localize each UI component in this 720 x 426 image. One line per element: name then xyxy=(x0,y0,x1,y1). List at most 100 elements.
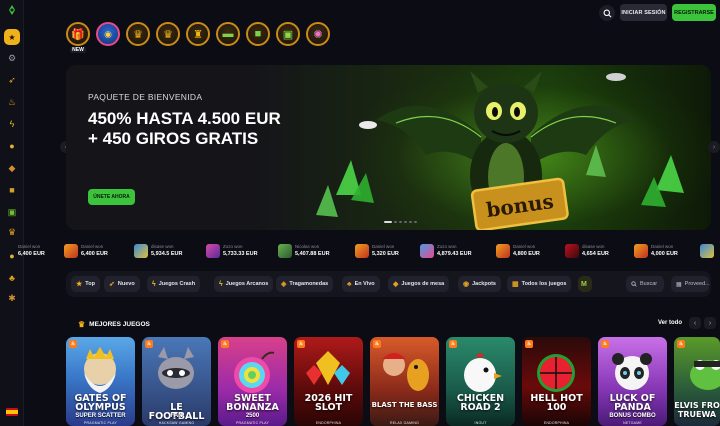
winner-item[interactable]: disase won 5,934.5 EUR xyxy=(134,240,183,262)
sidebar-item-table[interactable]: ◆ xyxy=(6,162,18,174)
crown-icon: ♛ xyxy=(163,28,173,41)
game-thumb xyxy=(700,244,714,258)
chevron-right-icon: › xyxy=(712,143,716,151)
sidebar-item-gift-box[interactable]: ▣ xyxy=(6,206,18,218)
filter-chip-top[interactable]: ★ Top xyxy=(71,276,100,292)
winner-item[interactable]: Nicolas won 5,407.88 EUR xyxy=(278,240,330,262)
filter-chip-more[interactable]: M xyxy=(578,276,592,292)
coin-icon: ● xyxy=(9,251,15,261)
pagination-dot[interactable] xyxy=(384,221,392,223)
chip-label: Juegos de mesa xyxy=(401,281,445,287)
hero-banner[interactable]: bonus PAQUETE DE BIENVENIDA 450% HASTA 4… xyxy=(66,65,711,230)
filter-chip-all[interactable]: ▦ Todos los juegos xyxy=(507,276,572,292)
provider-select[interactable]: ▦ Proveed... xyxy=(671,276,710,292)
game-provider: ENDORPHINA xyxy=(543,421,570,425)
register-button[interactable]: REGISTRARSE xyxy=(672,4,716,21)
filter-chip-jackpots[interactable]: ◉ Jackpots xyxy=(458,276,501,292)
category-gift-1[interactable]: ■ xyxy=(246,22,270,46)
game-card[interactable]: ♨ HELL HOT 100 ENDORPHINA xyxy=(522,337,591,426)
sidebar-item-gift[interactable]: ■ xyxy=(6,184,18,196)
rocket-icon: ➶ xyxy=(8,75,16,85)
game-provider: PRAGMATIC PLAY xyxy=(83,421,117,425)
join-now-button[interactable]: ÚNETE AHORA xyxy=(88,189,135,205)
pagination-dot[interactable] xyxy=(414,221,417,223)
game-card[interactable]: ♨ SWEET BONANZA 2500 PRAGMATIC PLAY xyxy=(218,337,287,426)
star-icon: ★ xyxy=(76,281,83,288)
gear-icon: ⚙ xyxy=(7,53,17,63)
winner-item[interactable]: Zozo won 4,879.43 EUR xyxy=(420,240,472,262)
game-card[interactable]: ♨ LUCK OF PANDA BONUS COMBO NETGAME xyxy=(598,337,667,426)
filter-chip-crash[interactable]: ϟ Juegos Crash xyxy=(147,276,201,292)
filter-chip-arcane[interactable]: ϟ Juegos Arcanos xyxy=(214,276,274,292)
games-search-input[interactable]: Buscar xyxy=(626,276,664,292)
language-flag-spain-icon[interactable] xyxy=(6,408,18,416)
login-button[interactable]: INICIAR SESIÓN xyxy=(620,4,667,21)
see-all-link[interactable]: Ver todo xyxy=(658,320,682,326)
game-card[interactable]: ♨ 2026 HIT SLOT ENDORPHINA xyxy=(294,337,363,426)
filter-chip-new[interactable]: ➶ Nuevo xyxy=(104,276,140,292)
winner-item[interactable]: Daniel won 6,400 EUR xyxy=(64,240,108,262)
sidebar-item-settings[interactable]: ⚙ xyxy=(6,52,18,64)
header-search-button[interactable] xyxy=(599,5,615,21)
game-provider: HACKSAW GAMING xyxy=(158,421,195,425)
game-thumb xyxy=(134,244,148,258)
logo-icon[interactable] xyxy=(5,4,19,16)
pagination-dot[interactable] xyxy=(394,221,397,223)
sidebar-item-cards[interactable]: ♣ xyxy=(6,272,18,284)
game-card[interactable]: ♨ CHICKEN ROAD 2 INOUT xyxy=(446,337,515,426)
winner-item[interactable]: Zozo won 5,733.33 EUR xyxy=(206,240,258,262)
winner-item[interactable]: Daniel won 6,400 EUR xyxy=(18,240,45,262)
winner-item[interactable] xyxy=(700,240,714,262)
sidebar-item-vip[interactable]: ♛ xyxy=(6,226,18,238)
category-cash[interactable]: ▬ xyxy=(216,22,240,46)
category-gift-2[interactable]: ▣ xyxy=(276,22,300,46)
category-crown-1[interactable]: ♛ xyxy=(126,22,150,46)
winner-item[interactable]: Daniel won 5,320 EUR xyxy=(355,240,399,262)
category-crown-2[interactable]: ♛ xyxy=(156,22,180,46)
filter-chip-live[interactable]: ♣ En Vivo xyxy=(342,276,380,292)
sidebar-item-new[interactable]: ➶ xyxy=(6,74,18,86)
section-prev-button[interactable]: ‹ xyxy=(689,317,701,329)
filter-chip-table[interactable]: ◆ Juegos de mesa xyxy=(388,276,450,292)
sidebar-item-coin[interactable]: ● xyxy=(6,250,18,262)
game-card[interactable]: ♨ BLAST THE BASS RELAX GAMING xyxy=(370,337,439,426)
pagination-dot[interactable] xyxy=(399,221,402,223)
sidebar-item-top[interactable]: ★ xyxy=(4,29,20,45)
game-card[interactable]: ♨ ELVIS FRO TRUEWA xyxy=(674,337,720,426)
sidebar-item-crash[interactable]: ϟ xyxy=(6,118,18,130)
gift-icon: ■ xyxy=(254,28,262,40)
winner-item[interactable]: Daniel won 4,800 EUR xyxy=(496,240,540,262)
game-title: HELL HOT 100 xyxy=(530,393,583,413)
pagination-dot[interactable] xyxy=(404,221,407,223)
sidebar-item-hot[interactable]: ♨ xyxy=(6,96,18,108)
chip-label: Nuevo xyxy=(117,281,135,287)
gift-icon: ▣ xyxy=(282,28,294,41)
pagination-dot[interactable] xyxy=(409,221,412,223)
section-next-button[interactable]: › xyxy=(704,317,716,329)
category-promo[interactable]: ◉ xyxy=(96,22,120,46)
game-card[interactable]: ♨ GATES OF OLYMPUS SUPER SCATTER PRAGMAT… xyxy=(66,337,135,426)
game-card[interactable]: ♨ LE FOOTBALL FAN HACKSAW GAMING xyxy=(142,337,211,426)
chip-label: Juegos Crash xyxy=(158,281,196,287)
game-title: CHICKEN ROAD 2 xyxy=(456,393,505,413)
hero-title: 450% HASTA 4.500 EUR + 450 GIROS GRATIS xyxy=(88,109,281,148)
lightning-icon: ϟ xyxy=(9,119,15,129)
hero-pagination xyxy=(384,221,417,223)
category-new[interactable]: 🎁 NEW xyxy=(66,22,90,53)
filter-chip-slots[interactable]: ◈ Tragamonedas xyxy=(276,276,334,292)
category-trophy[interactable]: ♜ xyxy=(186,22,210,46)
game-subtitle: SUPER SCATTER xyxy=(75,413,126,419)
chevron-right-icon: › xyxy=(708,319,712,327)
hero-next-arrow[interactable]: › xyxy=(708,141,720,153)
coins-icon: ● xyxy=(9,141,15,151)
sidebar-item-coins[interactable]: ● xyxy=(6,140,18,152)
crown-icon: ♛ xyxy=(7,227,17,237)
hot-badge-icon: ♨ xyxy=(525,340,533,348)
winner-item[interactable]: Daniel won 4,000 EUR xyxy=(634,240,678,262)
sidebar-item-chip[interactable]: ✱ xyxy=(6,292,18,304)
category-wheel[interactable]: ✺ xyxy=(306,22,330,46)
winner-item[interactable]: disase won 4,654 EUR xyxy=(565,240,609,262)
gift-box-icon: ▣ xyxy=(7,207,17,217)
game-subtitle: FAN xyxy=(170,413,183,419)
game-thumb xyxy=(355,244,369,258)
